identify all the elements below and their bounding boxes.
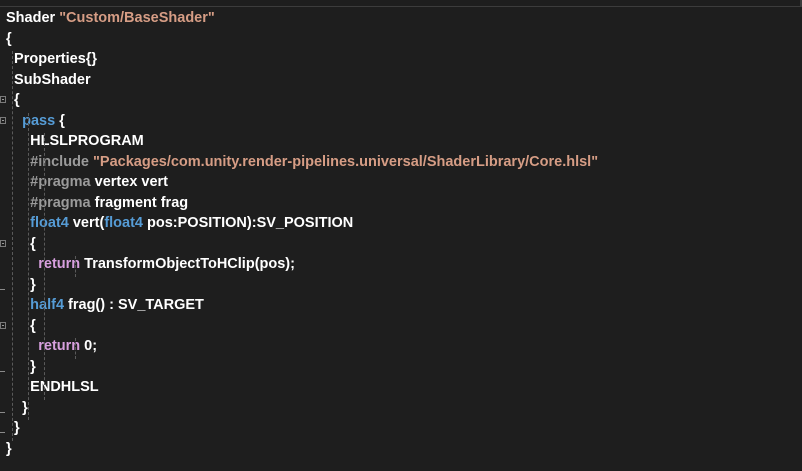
code-token: }	[6, 358, 36, 375]
code-token: float4	[104, 215, 143, 231]
code-token: vertex vert	[90, 174, 169, 190]
code-line[interactable]: {	[0, 234, 802, 255]
code-token: pos:POSITION):SV_POSITION	[142, 215, 354, 231]
code-line-text: Shader "Custom/BaseShader"	[6, 8, 215, 29]
code-line-text: }	[6, 275, 36, 296]
code-token: "Custom/BaseShader"	[59, 10, 215, 26]
code-token: }	[6, 440, 12, 457]
code-token: #include	[30, 153, 89, 170]
indent-guide	[75, 256, 76, 277]
fold-toggle-icon[interactable]	[0, 96, 6, 103]
code-line[interactable]: Properties{}	[0, 49, 802, 70]
fold-toggle-icon[interactable]	[0, 116, 6, 124]
code-token: Shader	[6, 10, 60, 26]
code-line-text: {	[6, 29, 12, 50]
code-line-text: }	[6, 357, 36, 378]
code-line-text: ENDHLSL	[6, 377, 99, 398]
code-line[interactable]: {	[0, 316, 802, 337]
editor-top-border	[0, 6, 802, 7]
code-token: ENDHLSL	[6, 379, 99, 395]
code-line[interactable]: HLSLPROGRAM	[0, 131, 802, 152]
code-line[interactable]: Shader "Custom/BaseShader"	[0, 8, 802, 29]
code-token: #pragma	[30, 174, 91, 190]
code-line[interactable]: SubShader	[0, 70, 802, 91]
code-line-text: pass {	[6, 111, 65, 132]
code-token: }	[6, 276, 36, 293]
code-token: {	[6, 317, 36, 334]
code-line[interactable]: }	[0, 439, 802, 460]
code-token: Properties{}	[6, 51, 98, 67]
code-area[interactable]: Shader "Custom/BaseShader"{ Properties{}…	[0, 8, 802, 459]
code-token: #pragma	[30, 194, 91, 211]
code-token: SubShader	[6, 71, 91, 88]
code-line-text: SubShader	[6, 70, 91, 91]
code-token: HLSLPROGRAM	[6, 133, 144, 149]
code-token: {	[6, 235, 36, 252]
code-line[interactable]: }	[0, 398, 802, 419]
code-token: {	[6, 30, 12, 47]
code-token: "Packages/com.unity.render-pipelines.uni…	[93, 153, 599, 170]
indent-guide	[12, 51, 13, 441]
code-line-text: HLSLPROGRAM	[6, 131, 144, 152]
fold-end-marker	[0, 370, 5, 372]
code-line[interactable]: }	[0, 275, 802, 296]
indent-guide	[28, 112, 29, 420]
code-line-text: #pragma fragment frag	[6, 193, 188, 214]
code-line[interactable]: half4 frag() : SV_TARGET	[0, 295, 802, 316]
code-token: half4	[30, 297, 65, 313]
code-line[interactable]: ENDHLSL	[0, 377, 802, 398]
code-line[interactable]: #include "Packages/com.unity.render-pipe…	[0, 152, 802, 173]
fold-end-marker	[0, 411, 5, 413]
fold-toggle-icon[interactable]	[0, 321, 6, 329]
code-line-text: half4 frag() : SV_TARGET	[6, 295, 204, 316]
code-line[interactable]: {	[0, 90, 802, 111]
code-line[interactable]: return TransformObjectToHClip(pos);	[0, 254, 802, 275]
code-token: TransformObjectToHClip(pos);	[80, 256, 295, 272]
code-line[interactable]: {	[0, 29, 802, 50]
code-token: {	[55, 112, 65, 129]
indent-guide	[75, 338, 76, 359]
code-token: fragment frag	[90, 194, 189, 211]
code-line-text: {	[6, 234, 36, 255]
code-line-text: return TransformObjectToHClip(pos);	[6, 254, 295, 275]
code-line[interactable]: float4 vert(float4 pos:POSITION):SV_POSI…	[0, 213, 802, 234]
code-line-text: }	[6, 398, 28, 419]
code-line-text: }	[6, 439, 12, 460]
fold-toggle-icon[interactable]	[0, 239, 6, 247]
code-token: frag() : SV_TARGET	[64, 297, 204, 313]
code-token: 0;	[80, 338, 98, 354]
code-line-text: #pragma vertex vert	[6, 172, 168, 193]
code-line-text: #include "Packages/com.unity.render-pipe…	[6, 152, 598, 173]
fold-end-marker	[0, 432, 5, 433]
code-token: vert(	[68, 215, 105, 231]
code-line[interactable]: }	[0, 357, 802, 378]
code-line[interactable]: }	[0, 418, 802, 439]
code-line[interactable]: #pragma vertex vert	[0, 172, 802, 193]
code-token: }	[6, 399, 28, 416]
code-line-text: float4 vert(float4 pos:POSITION):SV_POSI…	[6, 213, 353, 234]
code-editor[interactable]: Shader "Custom/BaseShader"{ Properties{}…	[0, 0, 802, 471]
code-line-text: return 0;	[6, 336, 97, 357]
code-line-text: {	[6, 316, 36, 337]
fold-end-marker	[0, 288, 5, 290]
code-token: float4	[30, 215, 69, 231]
code-line-text: Properties{}	[6, 49, 97, 70]
indent-guide	[44, 133, 45, 400]
code-line[interactable]: pass {	[0, 111, 802, 132]
code-line[interactable]: return 0;	[0, 336, 802, 357]
code-line[interactable]: #pragma fragment frag	[0, 193, 802, 214]
